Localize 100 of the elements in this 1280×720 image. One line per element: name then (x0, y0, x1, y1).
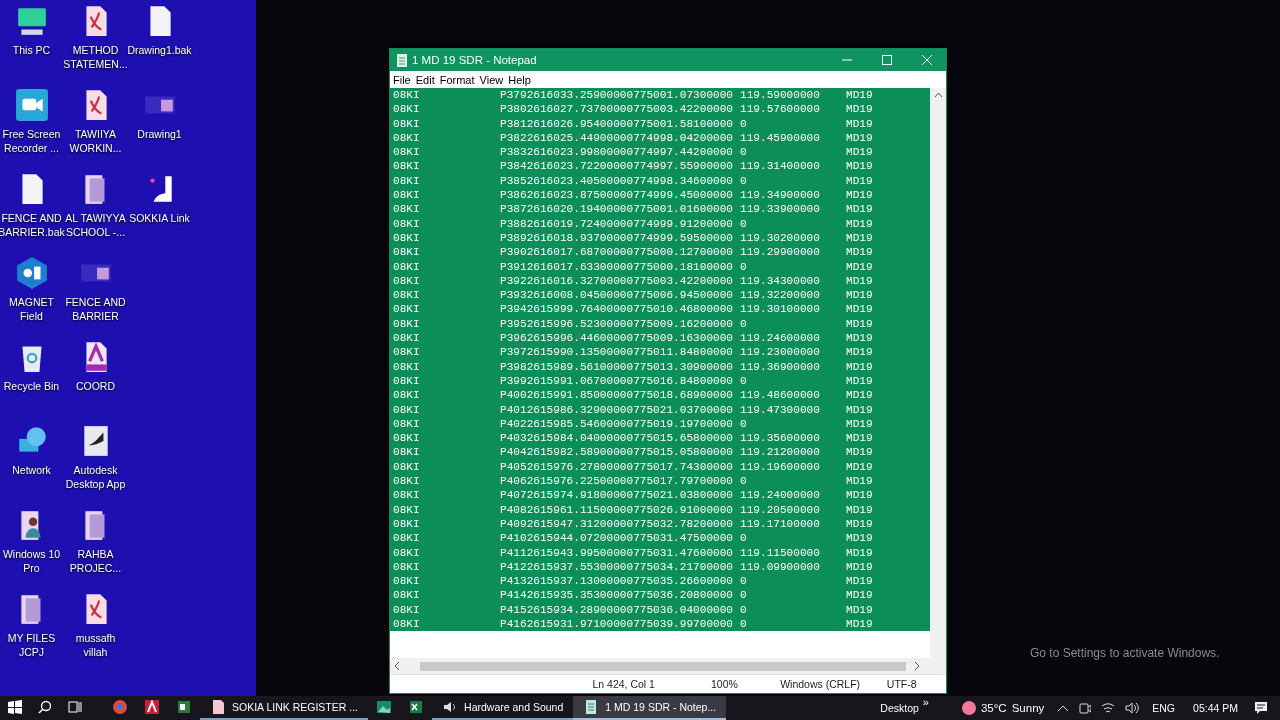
taskbar-button[interactable]: 1 MD 19 SDR - Notep... (573, 696, 727, 720)
elevation-value: 119.30200000 (740, 230, 821, 246)
menu-item[interactable]: Format (436, 73, 477, 86)
record-code: 08KI (393, 559, 421, 575)
chevron-up-icon[interactable] (1057, 703, 1070, 713)
layer-code: MD19 (846, 602, 874, 617)
layer-code: MD19 (846, 531, 874, 546)
elevation-value: 0 (740, 602, 748, 617)
icon-label[interactable]: MY FILES JCPJ (0, 631, 63, 659)
point-record: P3962615996.44600000775009.16300000 (500, 331, 734, 346)
point-record: P4002615991.85000000775018.68900000 (500, 388, 734, 403)
point-record: P3822616025.44900000774998.04200000 (500, 130, 734, 146)
layer-code: MD19 (846, 574, 874, 589)
icon-label[interactable]: Network (12, 463, 51, 477)
layer-code: MD19 (846, 488, 874, 503)
icon-label[interactable]: TAWIIYA WORKIN... (64, 127, 127, 155)
icon-label[interactable]: Free Screen Recorder ... (0, 127, 63, 155)
menu-item[interactable]: Edit (412, 73, 437, 86)
taskbar-button[interactable]: SOKIA LINK REGISTER ... (200, 696, 369, 720)
video-camera-icon[interactable] (14, 88, 49, 122)
elevation-value: 119.24600000 (740, 331, 821, 346)
elevation-value: 119.59000000 (740, 88, 821, 103)
elevation-value: 0 (740, 617, 748, 632)
layer-code: MD19 (846, 145, 874, 160)
elevation-value: 0 (740, 116, 748, 131)
record-code: 08KI (393, 288, 421, 303)
record-code: 08KI (393, 388, 421, 403)
document-icon (210, 699, 226, 715)
icon-label[interactable]: RAHBA PROJEC... (64, 547, 127, 575)
clock[interactable]: 05:44 PM (1183, 702, 1248, 714)
record-code: 08KI (393, 245, 421, 260)
record-code: 08KI (393, 316, 421, 332)
point-record: P3862616023.87500000774999.45000000 (500, 188, 734, 203)
point-record: P4022615985.54600000775019.19700000 (500, 416, 734, 432)
elevation-value: 119.24000000 (740, 488, 821, 503)
point-record: P3942615999.76400000775010.46800000 (500, 302, 734, 317)
point-record: P4072615974.91800000775021.03800000 (500, 488, 734, 503)
menu-item[interactable]: File (390, 73, 413, 86)
elevation-value: 119.48600000 (740, 388, 821, 403)
temperature[interactable]: 35°C (975, 702, 1012, 714)
layer-code: MD19 (846, 617, 874, 632)
windows-logo-icon (8, 700, 22, 714)
icon-label[interactable]: Autodesk Desktop App (64, 463, 127, 491)
icon-label[interactable]: Drawing1 (137, 127, 182, 141)
layer-code: MD19 (846, 516, 874, 532)
desktop-toolbar-label[interactable]: Desktop (875, 702, 924, 714)
layer-code: MD19 (846, 502, 874, 517)
record-code: 08KI (393, 331, 421, 346)
elevation-value: 119.19600000 (740, 459, 821, 474)
icon-label[interactable]: Drawing1.bak (127, 43, 192, 57)
record-code: 08KI (393, 459, 421, 474)
scroll-thumb[interactable] (420, 661, 906, 671)
icon-label[interactable]: FENCE AND BARRIER (64, 295, 127, 323)
layer-code: MD19 (846, 588, 874, 603)
menu-item[interactable]: Help (505, 73, 533, 86)
record-code: 08KI (393, 602, 421, 617)
wifi-icon[interactable] (1101, 702, 1116, 714)
meeting-icon[interactable] (1079, 701, 1092, 715)
weather-condition[interactable]: Sunny (1011, 702, 1045, 714)
icon-label[interactable]: This PC (12, 43, 51, 57)
elevation-value: 119.31400000 (740, 159, 821, 174)
record-code: 08KI (393, 88, 421, 103)
line-ending: Windows (CRLF) (779, 678, 862, 690)
layer-code: MD19 (846, 445, 874, 460)
icon-label[interactable]: Recycle Bin (3, 379, 60, 393)
icon-label[interactable]: Windows 10 Pro (0, 547, 63, 575)
record-code: 08KI (393, 273, 421, 289)
point-record: P3912616017.63300000775000.18100000 (500, 259, 734, 274)
elevation-value: 119.36900000 (740, 359, 821, 374)
point-record: P3842616023.72200000774997.55900000 (500, 159, 734, 174)
layer-code: MD19 (846, 416, 874, 432)
volume-icon[interactable] (1125, 702, 1140, 714)
weather-icon[interactable] (961, 701, 976, 715)
elevation-value: 119.21200000 (740, 445, 821, 460)
point-record: P4042615982.58900000775015.05800000 (500, 445, 734, 460)
icon-label[interactable]: AL TAWIYYA SCHOOL -... (64, 211, 127, 239)
hexagon-app-icon[interactable] (14, 256, 49, 290)
zoom-level: 100% (709, 678, 739, 690)
layer-code: MD19 (846, 88, 874, 103)
icon-label[interactable]: MAGNET Field (0, 295, 63, 323)
word-icon (176, 699, 192, 715)
record-code: 08KI (393, 145, 421, 160)
point-record: P4122615937.55300000775034.21700000 (500, 559, 734, 575)
point-record: P4142615935.35300000775036.20800000 (500, 588, 734, 603)
icon-label[interactable]: mussafh villah (64, 631, 127, 659)
record-code: 08KI (393, 216, 421, 231)
encoding: UTF-8 (885, 678, 918, 690)
language-indicator[interactable]: ENG (1144, 702, 1184, 714)
elevation-value: 119.20500000 (740, 502, 821, 517)
notification-icon[interactable] (1254, 701, 1268, 715)
icon-label[interactable]: METHOD STATEMEN... (63, 43, 128, 71)
record-code: 08KI (393, 516, 421, 532)
elevation-value: 119.09900000 (740, 559, 821, 575)
icon-label[interactable]: COORD (75, 379, 116, 393)
point-record: P4112615943.99500000775031.47600000 (500, 545, 734, 560)
icon-label[interactable]: SOKKIA Link (129, 211, 190, 225)
menu-item[interactable]: View (476, 73, 506, 86)
point-record: P3972615990.13500000775011.84800000 (500, 345, 734, 360)
layer-code: MD19 (846, 474, 874, 489)
record-code: 08KI (393, 116, 421, 131)
